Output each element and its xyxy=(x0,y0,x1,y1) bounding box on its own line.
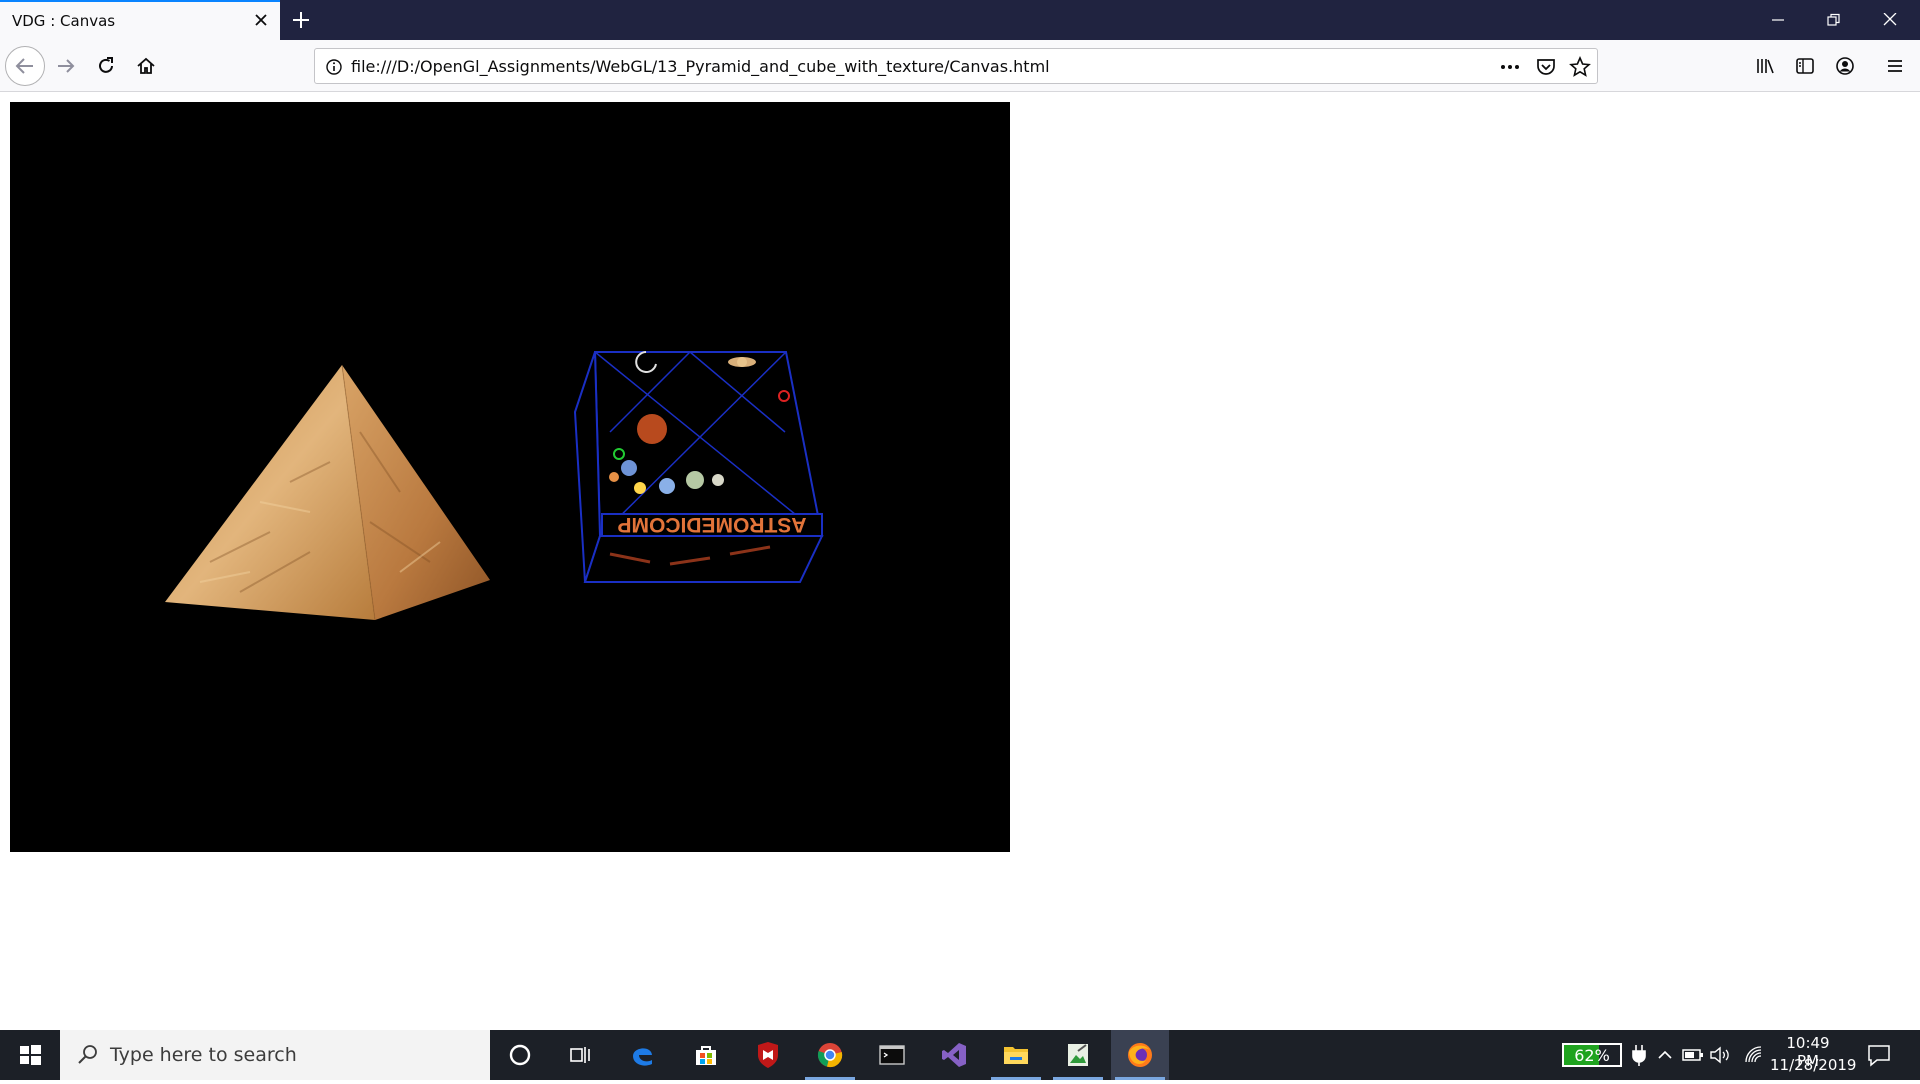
visual-studio-icon[interactable] xyxy=(925,1030,983,1080)
address-bar[interactable]: file:///D:/OpenGl_Assignments/WebGL/13_P… xyxy=(314,48,1598,84)
clock-date[interactable]: 11/28/2019 xyxy=(1770,1056,1856,1074)
tab-active[interactable]: VDG : Canvas xyxy=(0,0,280,40)
url-text[interactable]: file:///D:/OpenGl_Assignments/WebGL/13_P… xyxy=(351,57,1050,76)
windows-start-icon[interactable] xyxy=(0,1030,60,1080)
cube-banner-text: ASTROMEDICOMP xyxy=(618,513,807,536)
sidebar-icon[interactable] xyxy=(1788,49,1822,83)
show-hidden-icons-chevron[interactable] xyxy=(1655,1045,1675,1065)
battery-icon[interactable] xyxy=(1681,1045,1705,1065)
search-placeholder: Type here to search xyxy=(110,1044,297,1066)
file-explorer-icon[interactable] xyxy=(987,1030,1045,1080)
search-icon xyxy=(78,1045,97,1064)
taskbar: Type here to search 62% 10:49 PM 11/28/2… xyxy=(0,1030,1920,1080)
back-button[interactable] xyxy=(5,46,45,86)
textured-pyramid xyxy=(165,364,490,621)
close-window-icon[interactable] xyxy=(1862,0,1918,40)
new-tab-icon[interactable] xyxy=(288,7,314,33)
bookmark-star-icon[interactable] xyxy=(1569,55,1591,78)
wifi-icon[interactable] xyxy=(1743,1045,1767,1065)
store-icon[interactable] xyxy=(677,1030,735,1080)
image-editor-icon[interactable] xyxy=(1049,1030,1107,1080)
cortana-icon[interactable] xyxy=(491,1030,549,1080)
menu-icon[interactable] xyxy=(1878,49,1912,83)
restore-icon[interactable] xyxy=(1806,0,1862,40)
notifications-icon[interactable] xyxy=(1866,1043,1892,1067)
terminal-icon[interactable] xyxy=(863,1030,921,1080)
close-tab-icon[interactable] xyxy=(250,9,272,31)
chrome-icon[interactable] xyxy=(801,1030,859,1080)
textured-cube: ASTROMEDICOMP xyxy=(573,351,824,583)
tab-title: VDG : Canvas xyxy=(12,12,116,30)
home-icon[interactable] xyxy=(129,49,163,83)
task-view-icon[interactable] xyxy=(551,1030,609,1080)
forward-icon[interactable] xyxy=(49,49,83,83)
library-icon[interactable] xyxy=(1748,49,1782,83)
nav-bar: file:///D:/OpenGl_Assignments/WebGL/13_P… xyxy=(0,40,1920,92)
volume-icon[interactable] xyxy=(1709,1045,1733,1065)
pocket-icon[interactable] xyxy=(1535,56,1557,78)
minimize-icon[interactable] xyxy=(1750,0,1806,40)
reload-icon[interactable] xyxy=(89,49,123,83)
mcafee-icon[interactable] xyxy=(739,1030,797,1080)
webgl-canvas[interactable]: ASTROMEDICOMP xyxy=(10,102,1010,852)
power-plug-icon[interactable] xyxy=(1629,1043,1649,1067)
account-icon[interactable] xyxy=(1828,49,1862,83)
edge-browser-icon[interactable] xyxy=(614,1030,672,1080)
page-info-icon[interactable] xyxy=(323,56,345,78)
taskbar-search-box[interactable]: Type here to search xyxy=(60,1030,490,1080)
tab-strip: VDG : Canvas xyxy=(0,0,1920,40)
firefox-icon[interactable] xyxy=(1111,1030,1169,1080)
battery-percent: 62% xyxy=(1574,1046,1610,1065)
battery-indicator[interactable]: 62% xyxy=(1562,1043,1622,1067)
more-actions-icon[interactable] xyxy=(1499,56,1521,78)
